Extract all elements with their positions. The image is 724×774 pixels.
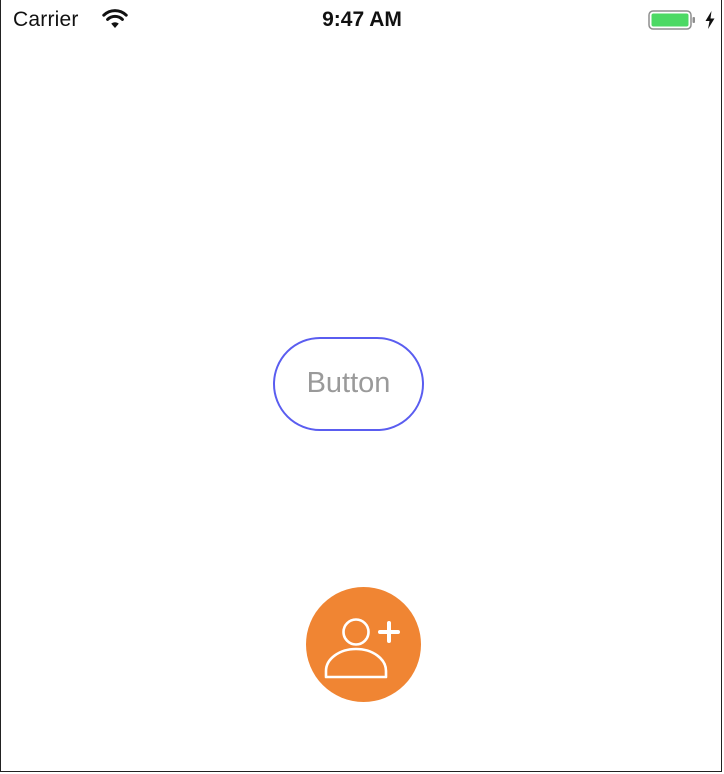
add-user-icon — [324, 618, 400, 679]
status-time: 9:47 AM — [322, 8, 402, 31]
battery-icon — [648, 10, 696, 30]
main-button-label: Button — [306, 366, 391, 399]
status-bar: Carrier 9:47 AM — [1, 0, 723, 40]
app-screen: Carrier 9:47 AM Button — [0, 0, 722, 772]
add-user-button[interactable] — [306, 587, 421, 702]
charging-bolt-icon — [704, 10, 716, 30]
main-button[interactable]: Button — [273, 337, 424, 431]
